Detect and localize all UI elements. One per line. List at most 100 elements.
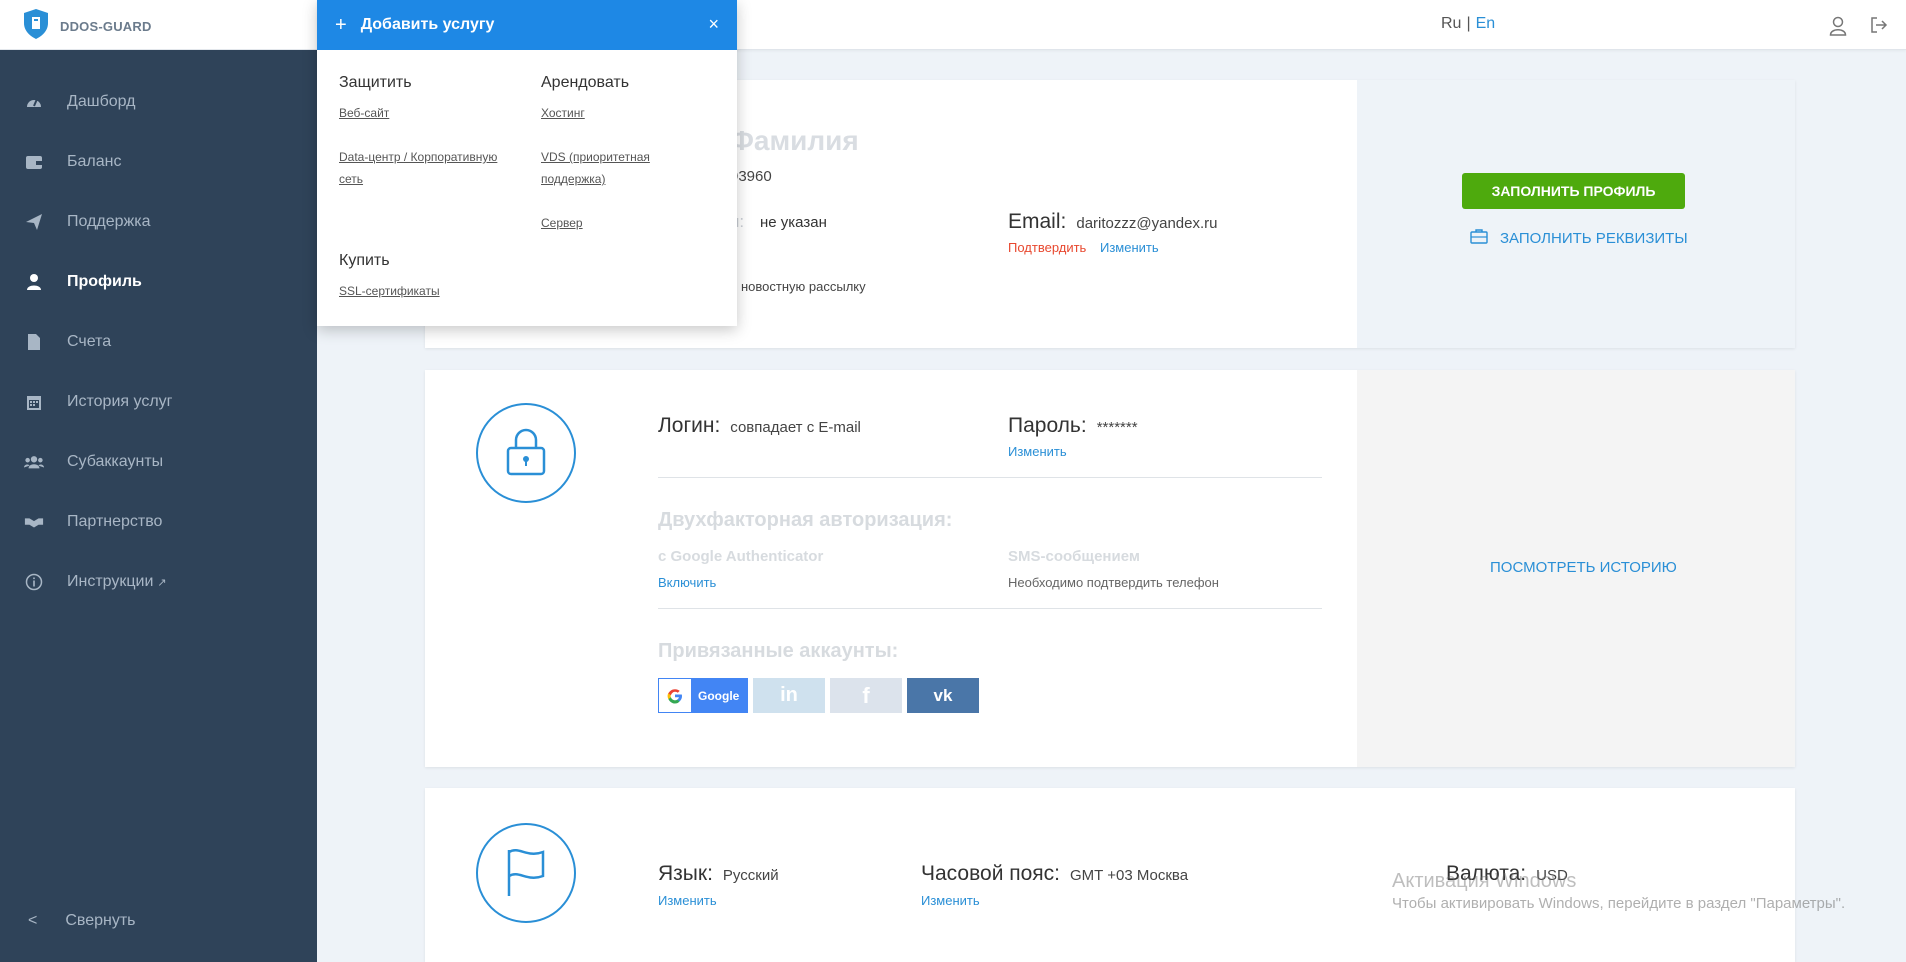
fill-requisites-button[interactable]: ЗАПОЛНИТЬ РЕКВИЗИТЫ <box>1470 228 1688 248</box>
sidebar-item-label: История услуг <box>67 393 173 410</box>
divider <box>658 608 1322 609</box>
change-timezone-link[interactable]: Изменить <box>921 893 980 908</box>
sidebar-item-label: Партнерство <box>67 513 163 530</box>
sidebar-item-balance[interactable]: Баланс <box>0 132 317 192</box>
external-link-icon: ↗ <box>157 576 167 589</box>
fill-requisites-label: ЗАПОЛНИТЬ РЕКВИЗИТЫ <box>1500 229 1688 247</box>
account-icon[interactable] <box>1829 16 1849 36</box>
login-row: Логин: совпадает с E-mail <box>658 414 861 438</box>
divider <box>658 477 1322 478</box>
rent-vds-link[interactable]: VDS (приоритетная <box>541 146 650 168</box>
login-value: совпадает с E-mail <box>730 419 861 436</box>
sidebar-item-partnership[interactable]: Партнерство <box>0 492 317 552</box>
newsletter-label: новостную рассылку <box>741 279 866 294</box>
sidebar-item-label: Профиль <box>67 273 142 290</box>
brand-logo[interactable]: DDOS-GUARD <box>22 8 152 45</box>
change-language-link[interactable]: Изменить <box>658 893 717 908</box>
language-switcher: Ru | En <box>1441 15 1495 33</box>
lock-badge <box>476 403 576 503</box>
enable-google-auth-link[interactable]: Включить <box>658 575 716 590</box>
google-link-button[interactable]: Google <box>658 678 748 713</box>
facebook-link-button[interactable]: f <box>830 678 902 713</box>
linkedin-icon: in <box>780 684 798 706</box>
change-email-link[interactable]: Изменить <box>1100 240 1159 255</box>
lang-ru-link[interactable]: Ru <box>1441 15 1461 32</box>
language-label: Язык: <box>658 862 713 885</box>
vk-link-button[interactable]: vk <box>907 678 979 713</box>
info-icon <box>24 572 44 592</box>
user-icon <box>24 272 44 292</box>
profile-actions-panel <box>1357 80 1795 348</box>
buy-ssl-link[interactable]: SSL-сертификаты <box>339 280 440 302</box>
add-service-popup: + Добавить услугу × Защитить Веб-сайт Da… <box>317 0 737 326</box>
rent-hosting-link[interactable]: Хостинг <box>541 102 585 124</box>
document-icon <box>24 332 44 352</box>
sidebar-item-service-history[interactable]: История услуг <box>0 372 317 432</box>
confirm-email-link[interactable]: Подтвердить <box>1008 240 1086 255</box>
sidebar-item-label: Баланс <box>67 153 122 170</box>
buy-heading: Купить <box>339 252 390 269</box>
logout-icon[interactable] <box>1870 16 1890 36</box>
lang-en-link[interactable]: En <box>1476 15 1496 32</box>
sidebar-item-instructions[interactable]: Инструкции ↗ <box>0 552 317 612</box>
sidebar-item-label: Субаккаунты <box>67 453 164 470</box>
sidebar-item-subaccounts[interactable]: Субаккаунты <box>0 432 317 492</box>
sidebar-item-profile[interactable]: Профиль <box>0 252 317 312</box>
lang-separator: | <box>1466 15 1471 32</box>
linked-accounts-title: Привязанные аккаунты: <box>658 640 899 662</box>
vk-icon: vk <box>933 685 953 705</box>
collapse-sidebar-button[interactable]: < Свернуть <box>28 912 136 930</box>
password-row: Пароль: ******* <box>1008 414 1138 438</box>
security-side-panel: ПОСМОТРЕТЬ ИСТОРИЮ <box>1357 370 1795 767</box>
calendar-icon <box>24 392 44 412</box>
login-label: Логин: <box>658 414 721 437</box>
chevron-left-icon: < <box>28 912 38 929</box>
facebook-icon: f <box>862 682 870 708</box>
timezone-label: Часовой пояс: <box>921 862 1061 885</box>
sidebar-nav: Дашборд Баланс Поддержка Профиль Счета И… <box>0 72 317 612</box>
password-value: ******* <box>1096 419 1138 436</box>
shield-logo-icon <box>22 8 50 45</box>
sms-note: Необходимо подтвердить телефон <box>1008 575 1219 590</box>
rent-heading: Арендовать <box>541 74 630 91</box>
email-label: Email: <box>1008 210 1067 233</box>
change-password-link[interactable]: Изменить <box>1008 444 1067 459</box>
collapse-label: Свернуть <box>65 912 136 929</box>
password-label: Пароль: <box>1008 414 1087 437</box>
profile-name: Фамилия <box>730 125 859 156</box>
brand-name: DDOS-GUARD <box>60 19 152 34</box>
brand-bar: DDOS-GUARD <box>0 0 317 50</box>
sidebar-item-support[interactable]: Поддержка <box>0 192 317 252</box>
linkedin-link-button[interactable]: in <box>753 678 825 713</box>
users-icon <box>24 452 44 472</box>
flag-badge <box>476 823 576 923</box>
email-value: daritozzz@yandex.ru <box>1076 215 1218 232</box>
sidebar-item-dashboard[interactable]: Дашборд <box>0 72 317 132</box>
protect-website-link[interactable]: Веб-сайт <box>339 102 389 124</box>
windows-activation-title: Активация Windows <box>1392 870 1577 892</box>
sidebar-item-label: Счета <box>67 333 112 350</box>
plus-icon: + <box>335 13 347 36</box>
fill-profile-button[interactable]: ЗАПОЛНИТЬ ПРОФИЛЬ <box>1462 173 1685 209</box>
sidebar-item-label: Инструкции <box>67 573 154 590</box>
twofa-title: Двухфакторная авторизация: <box>658 509 953 531</box>
popup-header: + Добавить услугу × <box>317 0 737 50</box>
security-card: ПОСМОТРЕТЬ ИСТОРИЮ Логин: совпадает с E-m… <box>425 370 1795 767</box>
rent-server-link[interactable]: Сервер <box>541 212 583 234</box>
wallet-icon <box>24 152 44 172</box>
sms-label: SMS-сообщением <box>1008 548 1140 565</box>
view-history-button[interactable]: ПОСМОТРЕТЬ ИСТОРИЮ <box>1490 559 1677 576</box>
flag-icon <box>501 844 551 903</box>
protect-datacenter-link-cont[interactable]: сеть <box>339 168 363 190</box>
sidebar: DDOS-GUARD Дашборд Баланс Поддержка Проф… <box>0 0 317 962</box>
google-label: Google <box>698 688 740 703</box>
language-row: Язык: Русский <box>658 862 779 886</box>
sidebar-item-invoices[interactable]: Счета <box>0 312 317 372</box>
rent-vds-link-cont[interactable]: поддержка) <box>541 168 605 190</box>
handshake-icon <box>24 512 44 532</box>
phone-value: не указан <box>760 214 827 231</box>
email-row: Email: daritozzz@yandex.ru <box>1008 210 1217 234</box>
close-icon[interactable]: × <box>708 14 719 35</box>
windows-activation-text: Чтобы активировать Windows, перейдите в … <box>1392 895 1846 912</box>
protect-datacenter-link[interactable]: Data-центр / Корпоративную <box>339 146 497 168</box>
